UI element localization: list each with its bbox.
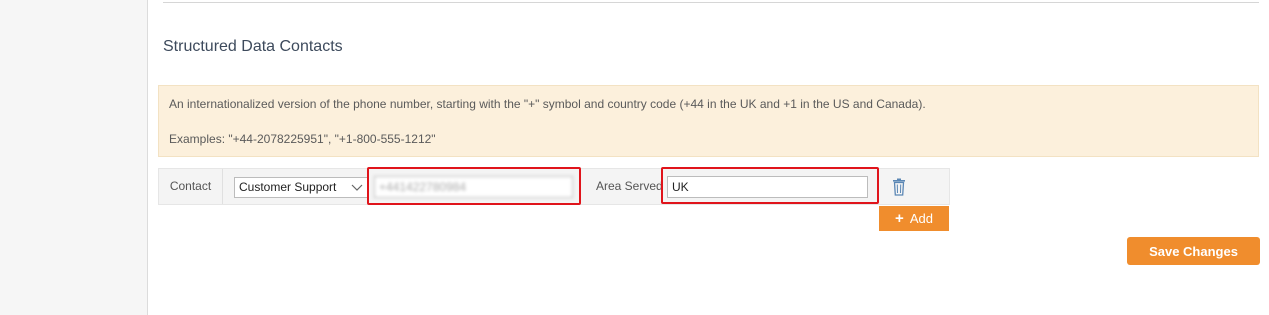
add-button-label: Add	[909, 211, 933, 226]
left-sidebar	[0, 0, 148, 315]
help-text: An internationalized version of the phon…	[169, 97, 926, 111]
chevron-down-icon	[349, 178, 365, 197]
top-divider	[163, 2, 1259, 3]
phone-highlight-box	[367, 167, 581, 205]
contact-label: Contact	[159, 169, 223, 204]
add-contact-button[interactable]: + Add	[879, 206, 949, 231]
contact-type-value: Customer Support	[239, 180, 337, 194]
area-highlight-box	[661, 167, 879, 204]
plus-icon: +	[895, 210, 904, 227]
help-box: An internationalized version of the phon…	[158, 85, 1259, 157]
trash-icon[interactable]	[892, 178, 906, 196]
area-served-label: Area Served	[596, 179, 663, 193]
section-title: Structured Data Contacts	[163, 38, 343, 55]
save-changes-button[interactable]: Save Changes	[1127, 237, 1260, 265]
help-examples: Examples: "+44-2078225951", "+1-800-555-…	[169, 132, 436, 146]
contact-type-select[interactable]: Customer Support	[234, 177, 368, 198]
